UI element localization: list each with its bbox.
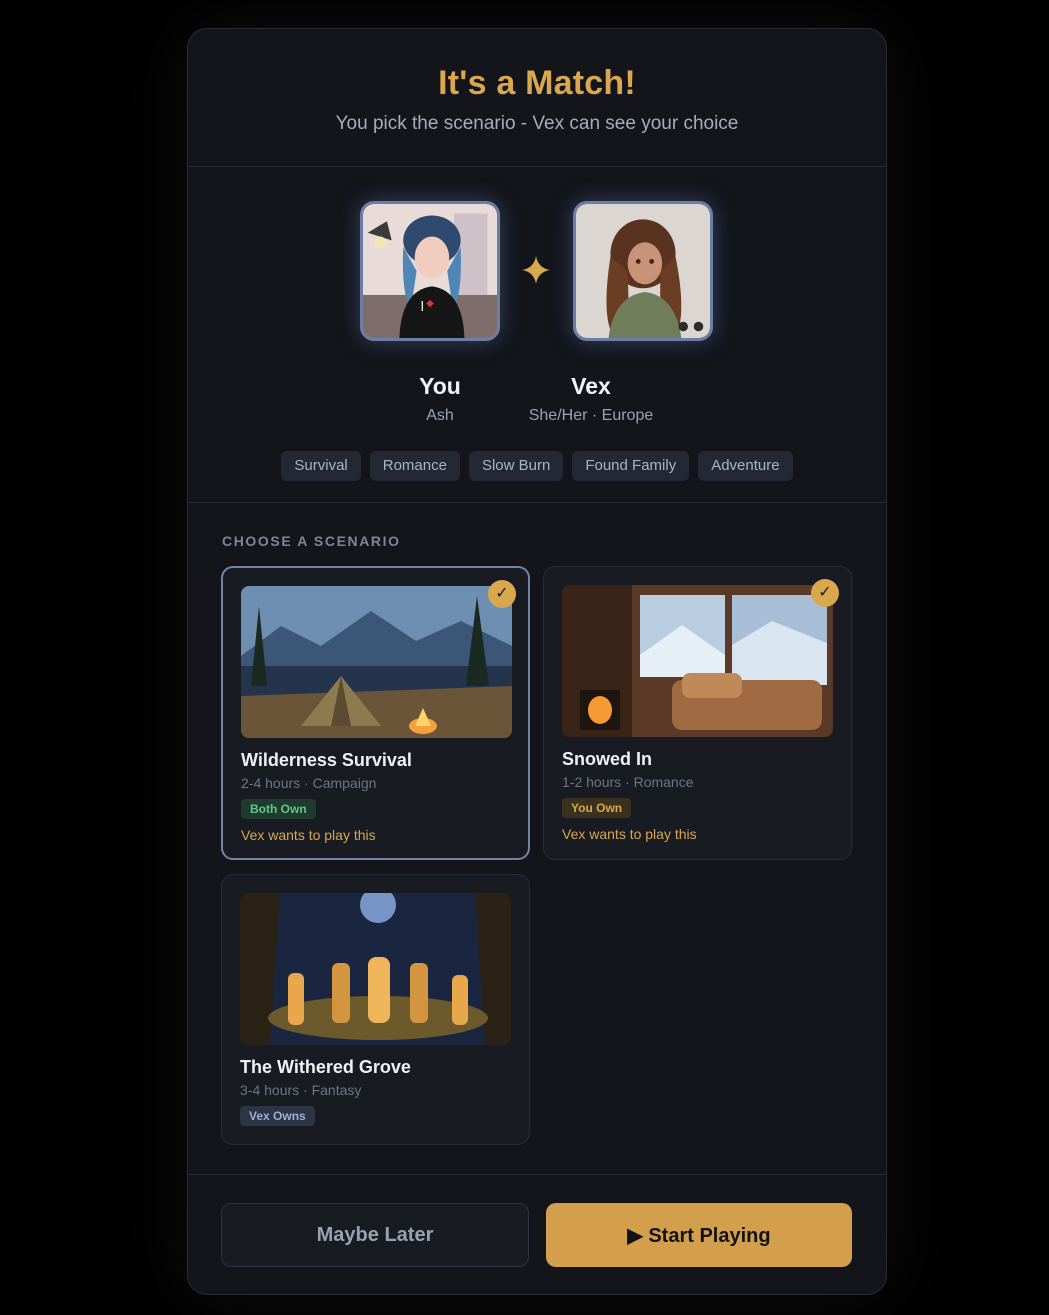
partner-name: Vex (571, 373, 611, 399)
start-playing-button[interactable]: ▶ Start Playing (546, 1203, 852, 1267)
ownership-badge: Vex Owns (240, 1106, 315, 1126)
maybe-later-button[interactable]: Maybe Later (221, 1203, 529, 1267)
sparkle-icon (521, 255, 551, 285)
scenario-title: The Withered Grove (240, 1057, 411, 1077)
scenario-title: Snowed In (562, 749, 652, 769)
page-subtitle: You pick the scenario - Vex can see your… (335, 113, 739, 134)
svg-text:I: I (420, 300, 424, 315)
tag-item: Survival (281, 451, 361, 481)
you-name: You (419, 373, 461, 399)
shared-tags: Survival Romance Slow Burn Found Family … (188, 451, 886, 481)
scenario-card-wilderness-survival[interactable]: ✓ Wilderness Survival 2-4 hours · Campai… (221, 566, 530, 860)
tag-item: Adventure (698, 451, 793, 481)
scenario-thumbnail (562, 585, 833, 737)
avatar-vex-image (576, 204, 710, 338)
section-label: CHOOSE A SCENARIO (222, 533, 401, 549)
tag-item: Romance (369, 451, 460, 481)
avatar-you-image: I (363, 204, 497, 338)
avatar-vex[interactable] (573, 201, 713, 341)
scenario-thumbnail (240, 893, 511, 1045)
modal-header: It's a Match! You pick the scenario - Ve… (188, 29, 886, 167)
check-icon: ✓ (811, 579, 839, 607)
partner-wants-note: Vex wants to play this (241, 827, 376, 843)
tag-item: Slow Burn (468, 451, 564, 481)
scenario-thumbnail (241, 586, 512, 738)
tag-item: Found Family (572, 451, 690, 481)
modal-footer: Maybe Later ▶ Start Playing (188, 1174, 886, 1294)
match-section: I You Ash Vex She/Her · Europe Survival … (188, 167, 886, 503)
ownership-badge: You Own (562, 798, 632, 818)
ownership-badge: Both Own (241, 799, 316, 819)
scenario-meta: 1-2 hours · Romance (562, 774, 694, 790)
scenario-card-the-withered-grove[interactable]: The Withered Grove 3-4 hours · Fantasy V… (221, 874, 530, 1145)
partner-details: She/Her · Europe (528, 407, 654, 424)
scenario-meta: 2-4 hours · Campaign (241, 775, 377, 791)
scenario-title: Wilderness Survival (241, 750, 412, 770)
page-title: It's a Match! (438, 64, 636, 102)
check-icon: ✓ (488, 580, 516, 608)
avatar-you[interactable]: I (360, 201, 500, 341)
match-modal: It's a Match! You pick the scenario - Ve… (187, 28, 887, 1295)
partner-wants-note: Vex wants to play this (562, 826, 697, 842)
scenario-meta: 3-4 hours · Fantasy (240, 1082, 362, 1098)
scenario-card-snowed-in[interactable]: ✓ Snowed In 1-2 hours · Romance You Own … (543, 566, 852, 860)
